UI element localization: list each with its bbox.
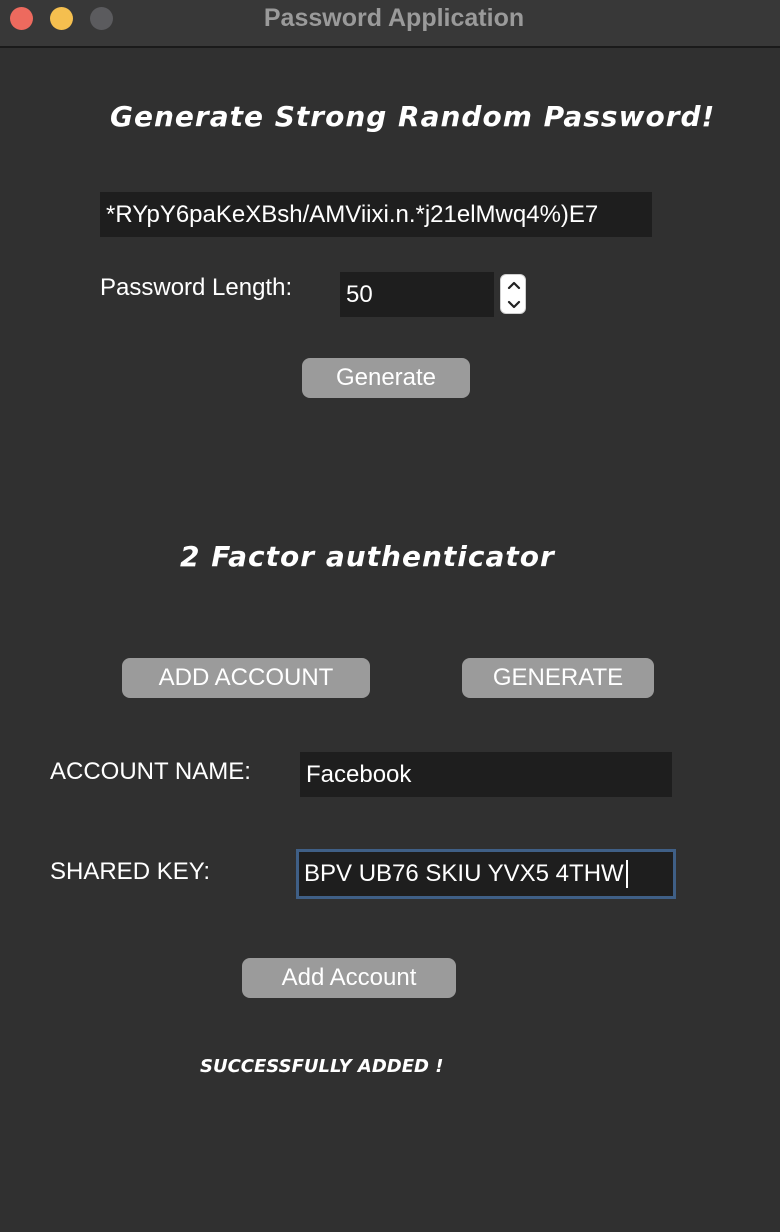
generate-password-button[interactable]: Generate [302, 358, 470, 398]
account-name-label: ACCOUNT NAME: [50, 758, 251, 785]
password-length-stepper[interactable] [500, 274, 526, 314]
add-account-tab-button[interactable]: ADD ACCOUNT [122, 658, 370, 698]
password-length-label: Password Length: [100, 274, 293, 301]
shared-key-label: SHARED KEY: [50, 858, 211, 885]
add-account-button[interactable]: Add Account [242, 958, 456, 998]
title-bar: Password Application [0, 0, 780, 48]
two-factor-heading: 2 Factor authenticator [180, 540, 555, 573]
password-generator-heading: Generate Strong Random Password! [110, 100, 716, 133]
stepper-down-icon[interactable] [501, 295, 527, 315]
window-title: Password Application [263, 4, 525, 32]
generated-password-value: *RYpY6paKeXBsh/AMViixi.n.*j21elMwq4%)E7 [106, 200, 599, 228]
generated-password-field[interactable]: *RYpY6paKeXBsh/AMViixi.n.*j21elMwq4%)E7 [100, 192, 652, 237]
generate-code-tab-button[interactable]: GENERATE [462, 658, 654, 698]
text-cursor [625, 860, 628, 888]
stepper-up-icon[interactable] [501, 275, 527, 295]
shared-key-value: BPV UB76 SKIU YVX5 4THW [304, 860, 624, 887]
password-length-input[interactable]: 50 [340, 272, 494, 317]
shared-key-input[interactable]: BPV UB76 SKIU YVX5 4THW [296, 849, 676, 899]
password-length-value: 50 [346, 280, 373, 308]
status-message: SUCCESSFULLY ADDED ! [200, 1056, 444, 1077]
account-name-input[interactable]: Facebook [300, 752, 672, 797]
account-name-value: Facebook [306, 760, 412, 788]
